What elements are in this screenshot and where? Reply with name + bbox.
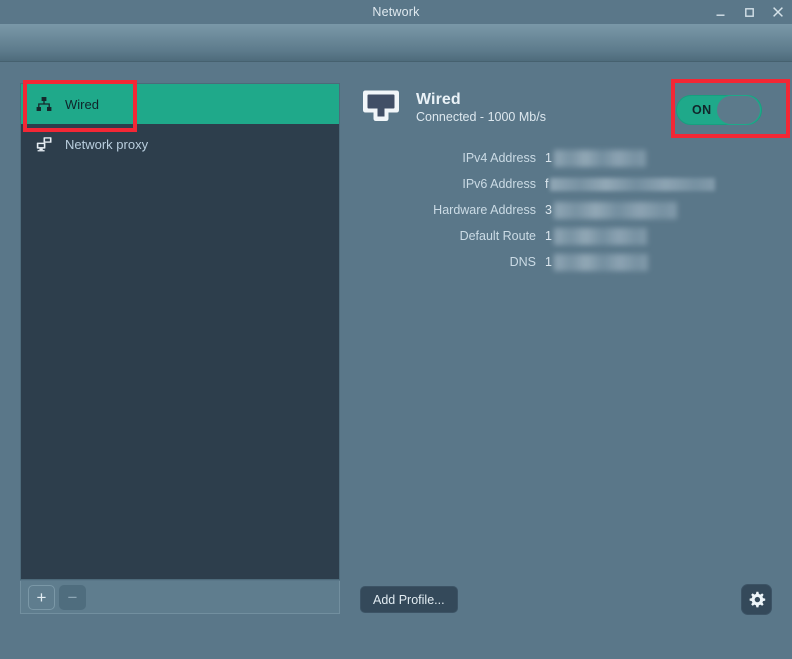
remove-connection-button[interactable]: − [59, 584, 86, 610]
add-connection-label: + [36, 587, 47, 607]
network-proxy-icon [35, 135, 53, 153]
info-row-value-redacted [553, 201, 677, 219]
network-wired-icon [35, 95, 53, 113]
info-row-value: 1 [545, 227, 647, 245]
info-row-label: Default Route [459, 229, 536, 243]
sidebar-item-label: Network proxy [65, 136, 149, 152]
title-bar: Network [0, 0, 792, 24]
info-row-value: 1 [545, 253, 648, 271]
info-row: IPv4 Address 1 [360, 145, 772, 171]
info-row-label: IPv4 Address [462, 151, 536, 165]
window-controls [712, 0, 786, 24]
connection-toggle[interactable]: ON [676, 95, 762, 125]
info-row-value: f [545, 177, 716, 191]
maximize-button[interactable] [741, 4, 757, 20]
ethernet-port-icon [360, 88, 402, 126]
info-row-value: 1 [545, 149, 646, 167]
sidebar-item-network-proxy[interactable]: Network proxy [21, 124, 339, 164]
device-status: Connected - 1000 Mb/s [416, 109, 546, 124]
info-row-value-redacted [550, 177, 716, 191]
settings-button[interactable] [741, 584, 772, 615]
add-profile-button[interactable]: Add Profile... [360, 586, 458, 613]
info-row: DNS 1 [360, 249, 772, 275]
add-connection-button[interactable]: + [28, 584, 55, 610]
connection-toggle-wrap: ON [676, 95, 762, 125]
info-row-value-redacted [553, 149, 646, 167]
remove-connection-label: − [67, 587, 78, 607]
info-row-value-prefix: 1 [545, 255, 552, 269]
minimize-button[interactable] [712, 4, 728, 20]
connection-list: Wired Network proxy [20, 83, 340, 580]
gear-icon [748, 591, 766, 609]
info-row-value-prefix: 1 [545, 229, 552, 243]
connection-details-panel: Wired Connected - 1000 Mb/s ON IPv4 Addr… [360, 83, 772, 583]
device-text: Wired Connected - 1000 Mb/s [416, 91, 546, 124]
connection-info-list: IPv4 Address 1 IPv6 Address f Hardware Addre… [360, 145, 772, 275]
device-title: Wired [416, 90, 461, 108]
add-profile-label: Add Profile... [373, 592, 445, 607]
info-row: Default Route 1 [360, 223, 772, 249]
close-button[interactable] [770, 4, 786, 20]
window-title: Network [372, 5, 420, 19]
sidebar-item-label: Wired [65, 96, 99, 112]
info-row-value: 3 [545, 201, 677, 219]
info-row-label: DNS [509, 255, 536, 269]
info-row-label: Hardware Address [433, 203, 536, 217]
connection-toggle-label: ON [692, 103, 712, 117]
info-row-label: IPv6 Address [462, 177, 536, 191]
device-header: Wired Connected - 1000 Mb/s [360, 88, 546, 126]
sidebar-item-wired[interactable]: Wired [21, 84, 339, 124]
info-row-value-prefix: 1 [545, 151, 552, 165]
info-row-value-prefix: f [545, 177, 549, 191]
network-settings-window: Network Wired Network proxy + − Wired Co… [0, 0, 792, 659]
list-toolbar: + − [20, 581, 340, 614]
info-row: Hardware Address 3 [360, 197, 772, 223]
info-row-value-redacted [553, 253, 648, 271]
info-row-value-prefix: 3 [545, 203, 552, 217]
toggle-knob[interactable] [716, 95, 761, 125]
header-toolbar-strip [0, 24, 792, 62]
info-row: IPv6 Address f [360, 171, 772, 197]
info-row-value-redacted [553, 227, 647, 245]
